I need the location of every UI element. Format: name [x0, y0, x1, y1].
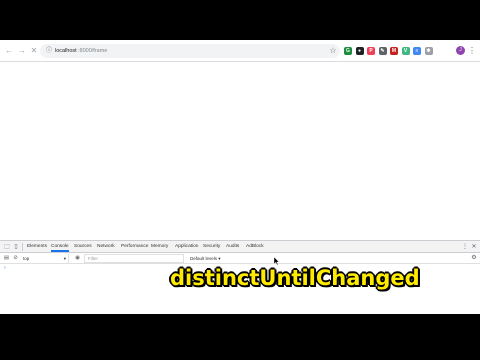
- letterbox-top: [0, 0, 480, 40]
- tool-ext-icon[interactable]: ✎: [378, 47, 387, 55]
- tab-sources[interactable]: Sources: [74, 241, 92, 252]
- letterbox-bottom: [0, 314, 480, 360]
- doc-ext-icon[interactable]: ≡: [413, 47, 421, 55]
- puzzle-ext-icon[interactable]: ✱: [424, 47, 433, 55]
- tab-memory[interactable]: Memory: [151, 241, 168, 252]
- console-toolbar: ▤ ⊘ top ▾ ◉ Filter Default levels ▾ ⚙: [0, 253, 480, 264]
- devtools-tab-bar: ⬚ ▯ Elements Console Sources Network Perform…: [0, 241, 480, 253]
- filter-input[interactable]: Filter: [84, 254, 184, 263]
- bookmark-star-icon[interactable]: ☆: [328, 45, 338, 57]
- forward-arrow-icon[interactable]: →: [17, 45, 27, 57]
- tab-network[interactable]: Network: [97, 241, 115, 252]
- tab-application[interactable]: Application: [175, 241, 198, 252]
- mail-ext-icon[interactable]: M: [390, 47, 398, 55]
- avatar[interactable]: J: [456, 46, 465, 55]
- browser-menu-icon[interactable]: ⋮: [468, 45, 476, 57]
- clear-console-icon[interactable]: ⊘: [12, 255, 19, 262]
- context-selector[interactable]: top ▾: [21, 254, 69, 263]
- gear-icon[interactable]: ⚙: [470, 254, 478, 263]
- back-arrow-icon[interactable]: ←: [4, 45, 14, 57]
- dark-ext-icon[interactable]: ●: [355, 47, 364, 55]
- context-value: top: [23, 256, 30, 261]
- console-prompt[interactable]: ›: [4, 265, 10, 271]
- url-host: localhost: [55, 48, 77, 54]
- stop-loading-icon[interactable]: ✕: [29, 45, 39, 57]
- vue-ext-icon[interactable]: V: [401, 47, 410, 55]
- address-bar[interactable]: ⓘ localhost :8000/frame: [40, 44, 340, 58]
- inspect-element-icon[interactable]: ⬚: [3, 243, 11, 251]
- tab-performance[interactable]: Performance: [121, 241, 148, 252]
- browser-toolbar: ← → ✕ ⓘ localhost :8000/frame ☆ G ● P ✎ M V ≡ ✱…: [0, 40, 480, 62]
- sidebar-toggle-icon[interactable]: ▤: [3, 255, 10, 262]
- tab-elements[interactable]: Elements: [27, 241, 47, 252]
- divider: [22, 243, 23, 251]
- chevron-down-icon: ▾: [63, 256, 66, 261]
- log-levels-dropdown[interactable]: Default levels ▾: [190, 254, 230, 263]
- info-icon[interactable]: ⓘ: [46, 47, 53, 55]
- eye-icon[interactable]: ◉: [74, 255, 81, 262]
- tab-audits[interactable]: Audits: [226, 241, 239, 252]
- tab-adblock[interactable]: AdBlock: [246, 241, 264, 252]
- device-toolbar-icon[interactable]: ▯: [12, 243, 20, 251]
- translate-ext-icon[interactable]: G: [344, 47, 352, 55]
- pocket-ext-icon[interactable]: P: [367, 47, 375, 55]
- tab-console[interactable]: Console: [51, 241, 69, 252]
- devtools-menu-icon[interactable]: ⋮: [462, 242, 468, 252]
- devtools-close-icon[interactable]: ✕: [471, 242, 477, 252]
- tab-security[interactable]: Security: [203, 241, 220, 252]
- url-path: :8000/frame: [78, 48, 108, 54]
- video-caption: distinctUntilChanged: [170, 266, 420, 290]
